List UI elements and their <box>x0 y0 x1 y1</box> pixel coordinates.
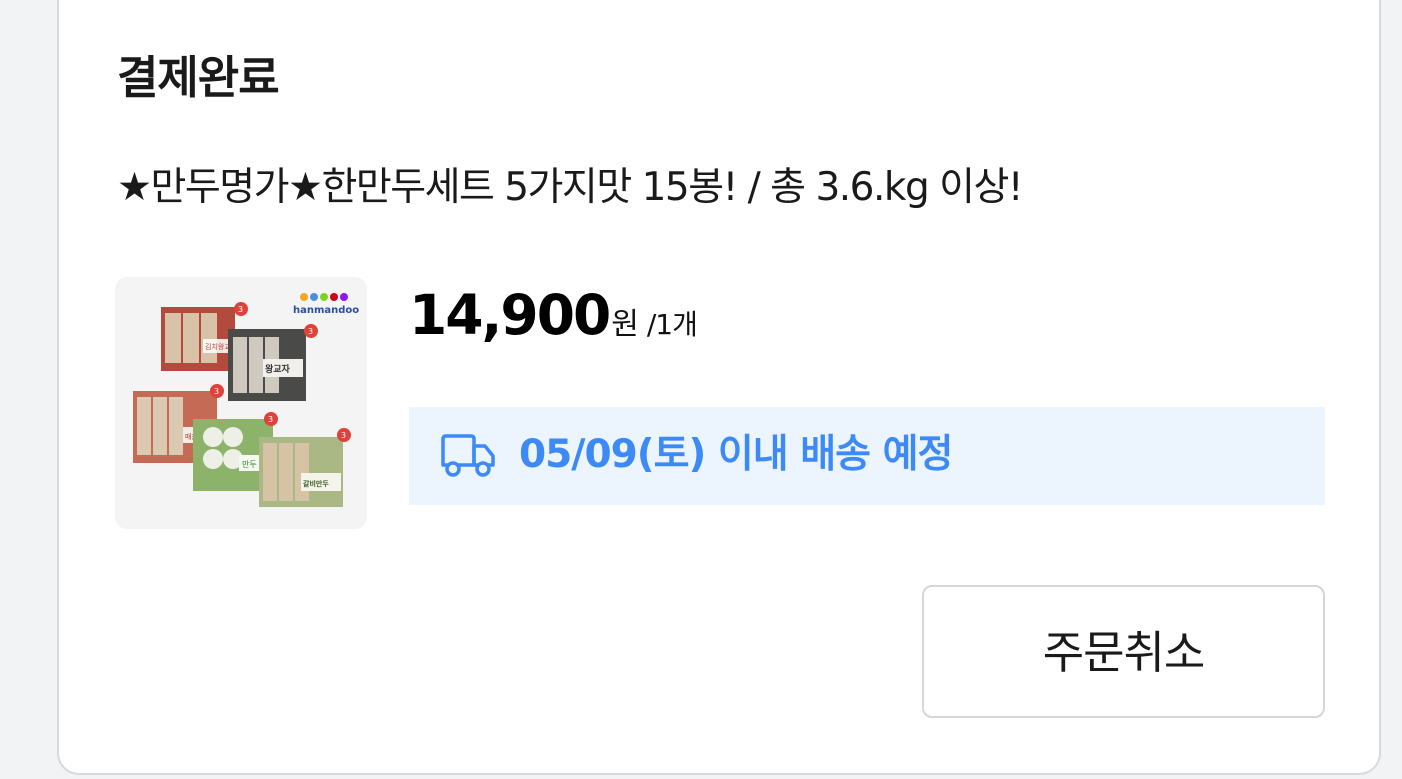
quantity: /1개 <box>646 308 698 341</box>
svg-text:3: 3 <box>308 327 313 336</box>
cancel-order-button[interactable]: 주문취소 <box>922 585 1325 718</box>
svg-text:3: 3 <box>341 431 346 440</box>
order-status: 결제완료 <box>117 51 280 104</box>
brand-logo-text: hanmandoo <box>293 305 359 316</box>
delivery-date-text: 05/09(토) 이내 배송 예정 <box>519 432 953 477</box>
svg-text:만두: 만두 <box>242 460 257 469</box>
svg-text:갈비만두: 갈비만두 <box>303 479 329 488</box>
truck-icon <box>439 433 497 483</box>
svg-text:3: 3 <box>214 387 219 396</box>
svg-text:왕교자: 왕교자 <box>265 363 291 375</box>
svg-text:3: 3 <box>238 305 243 314</box>
brand-logo: hanmandoo <box>293 293 359 316</box>
price-row: 14,900원/1개 <box>409 283 698 355</box>
price-currency: 원 <box>611 307 639 342</box>
svg-text:3: 3 <box>268 415 273 424</box>
product-thumbnail[interactable]: hanmandoo 김치왕교자 3 왕교자 3 3 만두 3 갈비만두 3 <box>115 277 367 529</box>
price-value: 14,900 <box>409 283 611 347</box>
package-galbi: 갈비만두 3 <box>259 428 351 507</box>
product-name[interactable]: ★만두명가★한만두세트 5가지맛 15봉! / 총 3.6.kg 이상! <box>117 160 1024 216</box>
package-wanggyoja: 왕교자 3 <box>228 324 318 401</box>
delivery-info: 05/09(토) 이내 배송 예정 <box>409 407 1325 505</box>
